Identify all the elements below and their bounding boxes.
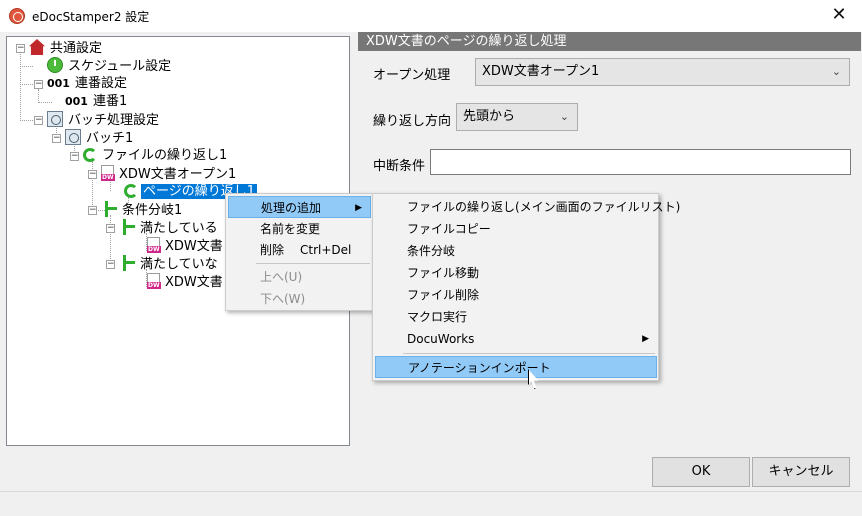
submenu-separator	[403, 353, 655, 354]
expander-common[interactable]: −	[16, 44, 25, 53]
tree-node-not-satisfied[interactable]: 満たしていな	[121, 255, 220, 273]
chevron-down-icon: ⌄	[831, 65, 841, 78]
house-icon	[29, 39, 45, 55]
submenu-item-annotation-import[interactable]: アノテーションインポート	[375, 356, 657, 378]
xdw-document-icon	[101, 165, 115, 181]
branch-icon	[103, 201, 117, 217]
menu-item-rename[interactable]: 名前を変更	[228, 218, 371, 240]
submenu-item-file-loop[interactable]: ファイルの繰り返し(メイン画面のファイルリスト)	[375, 196, 680, 218]
menu-item-up: 上へ(U)	[260, 270, 303, 284]
clock-icon	[47, 57, 63, 73]
batch-icon	[65, 129, 81, 145]
submenu-item-file-delete[interactable]: ファイル削除	[375, 284, 657, 306]
batch-icon	[47, 111, 63, 127]
tree-node-branch[interactable]: 条件分岐1	[103, 201, 184, 219]
submenu-item-file-move[interactable]: ファイル移動	[375, 262, 657, 284]
app-icon	[9, 8, 25, 24]
tree-node-schedule[interactable]: スケジュール設定	[47, 57, 173, 75]
panel-header: XDW文書のページの繰り返し処理	[358, 32, 861, 51]
serial-number-icon: 001	[65, 95, 88, 108]
tree-node-xdw-doc-b[interactable]: XDW文書	[147, 273, 225, 291]
submenu-item-branch[interactable]: 条件分岐	[375, 240, 657, 262]
menu-item-down: 下へ(W)	[260, 292, 306, 306]
submenu-item-macro[interactable]: マクロ実行	[375, 306, 657, 328]
window-title: eDocStamper2 設定	[32, 10, 150, 24]
open-process-label: オープン処理	[373, 68, 451, 83]
serial-number-icon: 001	[47, 77, 70, 90]
xdw-document-icon	[147, 273, 161, 289]
tree-node-serial[interactable]: 001 連番設定	[47, 75, 129, 93]
status-bar	[0, 491, 862, 516]
context-menu: 処理の追加 ▶ 名前を変更 削除 Ctrl+Del 上へ(U) 下へ(W)	[225, 193, 373, 311]
menu-separator	[256, 263, 370, 264]
add-process-submenu: ファイルの繰り返し(メイン画面のファイルリスト) ファイルコピー 条件分岐 ファ…	[372, 193, 680, 381]
loop-icon	[83, 148, 97, 162]
submenu-item-docuworks[interactable]: DocuWorks ▶	[375, 328, 657, 350]
menu-item-delete[interactable]: 削除 Ctrl+Del	[228, 239, 371, 261]
branch-icon	[121, 255, 135, 271]
menu-item-add[interactable]: 処理の追加 ▶	[228, 196, 371, 218]
stop-condition-label: 中断条件	[373, 159, 426, 174]
submenu-item-file-copy[interactable]: ファイルコピー	[375, 218, 657, 240]
submenu-arrow-icon: ▶	[355, 203, 362, 213]
tree-node-xdw-open[interactable]: XDW文書オープン1	[101, 165, 238, 183]
close-icon[interactable]: ✕	[816, 0, 862, 32]
expander-batch1[interactable]: −	[52, 134, 61, 143]
tree-node-xdw-doc-a[interactable]: XDW文書	[147, 237, 225, 255]
xdw-document-icon	[147, 237, 161, 253]
expander-serial[interactable]: −	[34, 80, 43, 89]
expander-xdw-open[interactable]: −	[88, 170, 97, 179]
tree-node-serial1[interactable]: 001 連番1	[65, 93, 129, 111]
loop-icon	[124, 184, 138, 198]
open-process-value: XDW文書オープン1	[482, 64, 600, 79]
stop-condition-input[interactable]	[430, 149, 851, 175]
expander-file-loop[interactable]: −	[70, 152, 79, 161]
expander-not-satisfied[interactable]: −	[106, 260, 115, 269]
tree-node-file-loop[interactable]: ファイルの繰り返し1	[83, 147, 229, 165]
submenu-arrow-icon: ▶	[642, 334, 649, 344]
expander-branch[interactable]: −	[88, 206, 97, 215]
open-process-select[interactable]: XDW文書オープン1 ⌄	[475, 58, 850, 86]
title-bar: eDocStamper2 設定 ✕	[0, 0, 862, 32]
chevron-down-icon: ⌄	[559, 110, 569, 123]
tree-node-satisfied[interactable]: 満たしている	[121, 219, 220, 237]
direction-value: 先頭から	[463, 109, 516, 124]
cancel-button[interactable]: キャンセル	[752, 457, 850, 487]
tree-node-common[interactable]: 共通設定	[29, 39, 104, 57]
tree-node-batch-settings[interactable]: バッチ処理設定	[47, 111, 161, 129]
expander-batch-settings[interactable]: −	[34, 116, 43, 125]
expander-satisfied[interactable]: −	[106, 224, 115, 233]
branch-icon	[121, 219, 135, 235]
direction-label: 繰り返し方向	[373, 114, 452, 129]
ok-button[interactable]: OK	[652, 457, 750, 487]
tree-node-batch1[interactable]: バッチ1	[65, 129, 135, 147]
delete-shortcut: Ctrl+Del	[300, 243, 352, 257]
direction-select[interactable]: 先頭から ⌄	[456, 103, 578, 131]
